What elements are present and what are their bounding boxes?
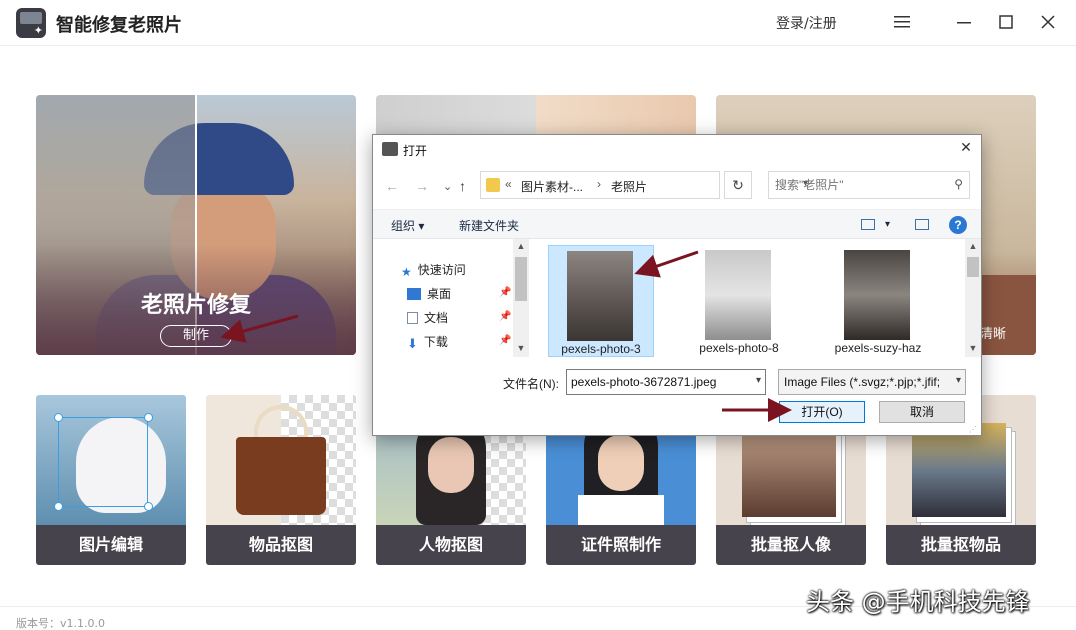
folder-icon <box>486 178 500 192</box>
file-thumbnail <box>844 250 910 340</box>
file-name: pexels-photo-8 <box>699 341 779 355</box>
help-icon[interactable]: ? <box>949 216 967 234</box>
dialog-title: 打开 <box>403 144 428 158</box>
search-icon: ⚲ <box>954 177 963 191</box>
menu-icon[interactable] <box>888 8 916 36</box>
maximize-icon[interactable] <box>992 8 1020 36</box>
tool-label: 图片编辑 <box>36 525 186 565</box>
refresh-icon[interactable]: ↻ <box>724 171 752 199</box>
view-mode-icon[interactable] <box>861 219 875 230</box>
pin-icon[interactable]: 📌 <box>499 311 511 322</box>
file-item[interactable]: pexels-photo-8 <box>687 245 793 357</box>
card-title: 清晰 <box>980 327 1007 342</box>
open-button[interactable]: 打开(O) <box>779 401 865 423</box>
chevron-down-icon[interactable]: ▾ <box>756 375 761 386</box>
new-folder-button[interactable]: 新建文件夹 <box>459 217 519 234</box>
desktop-icon <box>407 288 421 300</box>
app-logo-icon: ✦ <box>16 8 46 38</box>
filename-label: 文件名(N): <box>503 377 559 391</box>
dialog-close-icon[interactable]: ✕ <box>957 139 975 157</box>
star-icon: ★ <box>401 265 412 279</box>
search-input[interactable] <box>775 177 935 193</box>
files-scrollbar[interactable]: ▲ ▼ <box>965 239 981 357</box>
cancel-button[interactable]: 取消 <box>879 401 965 423</box>
file-item-selected[interactable]: pexels-photo-3 <box>548 245 654 357</box>
file-name: pexels-photo-3 <box>561 342 641 356</box>
file-type-select[interactable]: Image Files (*.svgz;*.pjp;*.jfif; ▾ <box>778 369 966 395</box>
back-arrow-icon[interactable]: ← <box>385 178 399 194</box>
preview-pane-icon[interactable] <box>915 219 929 230</box>
nav-documents[interactable]: 文档 <box>407 309 448 326</box>
tool-label: 物品抠图 <box>206 525 356 565</box>
file-item[interactable]: pexels-suzy-haz <box>826 245 932 357</box>
breadcrumb-item-current[interactable]: 老照片 <box>611 178 647 195</box>
recent-dropdown-icon[interactable]: ⌄ <box>443 180 452 193</box>
person-photo <box>598 435 644 491</box>
dialog-toolbar: 组织 ▾ 新建文件夹 ▾ ? <box>373 209 981 239</box>
stacked-photos <box>912 423 1006 517</box>
version-label: 版本号：v1.1.0.0 <box>16 617 105 630</box>
card-title: 老照片修复 <box>140 293 251 318</box>
dialog-app-icon <box>382 142 398 156</box>
file-thumbnail <box>705 250 771 340</box>
tool-label: 批量抠物品 <box>886 525 1036 565</box>
chevron-down-icon: ▾ <box>955 375 961 386</box>
old-photo-restore-card[interactable]: 老照片修复 制作 <box>36 95 356 355</box>
app-title: 智能修复老照片 <box>56 15 182 36</box>
download-icon: ⬇ <box>407 336 418 351</box>
file-open-dialog: 打开 ✕ ← → ⌄ ↑ « 图片素材-... › 老照片 ▾ ↻ ⚲ 组织 ▾… <box>372 134 982 436</box>
nav-desktop[interactable]: 桌面 <box>407 285 451 302</box>
make-button[interactable]: 制作 <box>160 325 232 347</box>
view-dropdown-icon[interactable]: ▾ <box>885 219 890 230</box>
file-type-value: Image Files (*.svgz;*.pjp;*.jfif; <box>784 375 941 389</box>
file-thumbnail <box>567 251 633 341</box>
person-photo <box>428 437 474 493</box>
title-bar: ✦ 智能修复老照片 登录/注册 <box>0 0 1076 46</box>
bag-photo <box>236 437 326 515</box>
document-icon <box>407 312 418 324</box>
forward-arrow-icon[interactable]: → <box>415 178 429 194</box>
navigation-pane: ★ 快速访问 桌面 📌 文档 📌 ⬇ 下载 📌 <box>373 239 529 359</box>
login-register-link[interactable]: 登录/注册 <box>776 13 837 33</box>
file-name: pexels-suzy-haz <box>834 341 922 355</box>
nav-scrollbar[interactable]: ▲ ▼ <box>513 239 529 357</box>
tool-label: 批量抠人像 <box>716 525 866 565</box>
organize-menu[interactable]: 组织 ▾ <box>391 217 424 234</box>
nav-downloads[interactable]: ⬇ 下载 <box>407 333 448 351</box>
chevron-right-icon: › <box>597 177 601 191</box>
breadcrumb-overflow[interactable]: « <box>505 177 512 191</box>
selection-box <box>58 417 148 507</box>
stacked-photos <box>742 423 836 517</box>
pin-icon[interactable]: 📌 <box>499 287 511 298</box>
tool-image-edit[interactable]: 图片编辑 <box>36 395 186 565</box>
address-bar[interactable]: « 图片素材-... › 老照片 ▾ <box>480 171 808 199</box>
minimize-icon[interactable] <box>950 8 978 36</box>
close-icon[interactable] <box>1034 8 1062 36</box>
search-box[interactable]: ⚲ <box>768 171 970 199</box>
tool-object-cutout[interactable]: 物品抠图 <box>206 395 356 565</box>
tool-label: 人物抠图 <box>376 525 526 565</box>
pin-icon[interactable]: 📌 <box>499 335 511 346</box>
watermark: 头条 @手机科技先锋 <box>806 588 1030 616</box>
resize-grip-icon[interactable]: ⋰ <box>969 425 977 434</box>
breadcrumb-item[interactable]: 图片素材-... <box>521 178 583 195</box>
up-arrow-icon[interactable]: ↑ <box>459 178 466 194</box>
tool-label: 证件照制作 <box>546 525 696 565</box>
filename-input[interactable] <box>571 374 741 390</box>
nav-quick-access[interactable]: ★ 快速访问 <box>401 261 466 279</box>
filename-field[interactable]: ▾ <box>566 369 766 395</box>
